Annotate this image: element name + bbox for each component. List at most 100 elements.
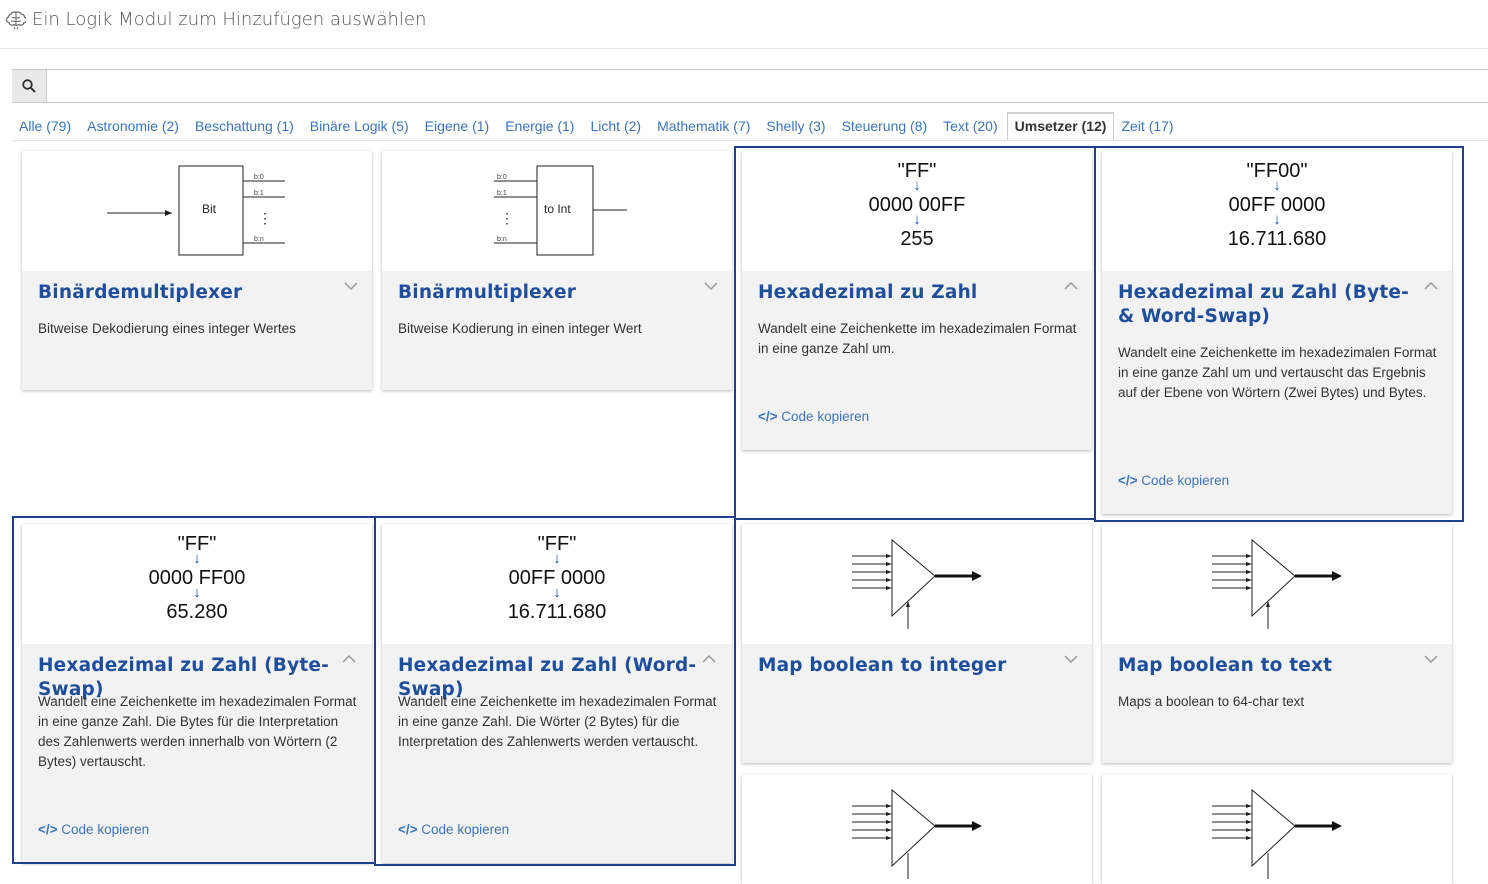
diagram-output-label: b:0 xyxy=(254,174,264,181)
chevron-down-icon[interactable] xyxy=(704,281,718,291)
tab-energie[interactable]: Energie (1) xyxy=(498,112,583,140)
diagram-output-label: b:1 xyxy=(254,190,264,197)
module-card-binaermultiplexer[interactable]: b:0 b:1 ⋮ b:n to Int Binärmultiplexer Bi… xyxy=(382,151,732,390)
module-card-hexadezimal-zu-zahl[interactable]: "FF" ↓ 0000 00FF ↓ 255 Hexadezimal zu Za… xyxy=(742,151,1092,450)
diagram-input-label: b:n xyxy=(497,236,507,243)
tab-shelly[interactable]: Shelly (3) xyxy=(759,112,834,140)
tab-zeit[interactable]: Zeit (17) xyxy=(1114,112,1182,140)
module-card-map-boolean-to-text[interactable]: Map boolean to text Maps a boolean to 64… xyxy=(1102,524,1452,763)
module-card-partial[interactable] xyxy=(1102,774,1452,884)
copy-code-link[interactable]: </> Code kopieren xyxy=(758,409,869,424)
hex-result: 65.280 xyxy=(166,601,228,623)
diagram-ellipsis: ⋮ xyxy=(258,210,272,226)
tab-steuerung[interactable]: Steuerung (8) xyxy=(835,112,937,140)
search-input[interactable] xyxy=(48,70,1482,102)
module-title: Binärdemultiplexer xyxy=(38,282,243,303)
module-card-hexadezimal-byte-swap[interactable]: "FF" ↓ 0000 FF00 ↓ 65.280 Hexadezimal zu… xyxy=(22,524,372,863)
copy-code-link[interactable]: </> Code kopieren xyxy=(38,822,149,837)
copy-code-link[interactable]: </> Code kopieren xyxy=(398,822,509,837)
arrow-down-icon: ↓ xyxy=(553,584,561,601)
tab-text[interactable]: Text (20) xyxy=(936,112,1006,140)
tab-mathematik[interactable]: Mathematik (7) xyxy=(650,112,759,140)
diagram-box-label: Bit xyxy=(202,202,217,216)
module-description: Bitweise Dekodierung eines integer Werte… xyxy=(38,321,296,336)
arrow-down-icon: ↓ xyxy=(193,584,201,601)
arrow-down-icon: ↓ xyxy=(913,177,921,194)
module-card-partial[interactable] xyxy=(742,774,1092,884)
module-description: Maps a boolean to 64-char text xyxy=(1118,694,1305,709)
chevron-up-icon[interactable] xyxy=(1064,281,1078,291)
module-illustration: "FF" ↓ 0000 FF00 ↓ 65.280 xyxy=(22,524,372,644)
arrow-down-icon: ↓ xyxy=(193,550,201,567)
module-title: Map boolean to integer xyxy=(758,655,1007,676)
module-illustration: "FF00" ↓ 00FF 0000 ↓ 16.711.680 xyxy=(1102,151,1452,271)
module-title: Map boolean to text xyxy=(1118,655,1333,676)
chevron-up-icon[interactable] xyxy=(702,654,716,664)
tab-beschattung[interactable]: Beschattung (1) xyxy=(188,112,303,140)
module-illustration xyxy=(742,524,1092,644)
search-bar xyxy=(12,69,1488,103)
module-illustration: Bit b:0 b:1 ⋮ b:n xyxy=(22,151,372,271)
module-description: Wandelt eine Zeichenkette im hexadezimal… xyxy=(1118,345,1437,400)
module-description: Bitweise Kodierung in einen integer Wert xyxy=(398,321,642,336)
diagram-box-label: to Int xyxy=(544,202,571,216)
copy-code-link[interactable]: </> Code kopieren xyxy=(1118,473,1229,488)
code-icon: </> xyxy=(1118,473,1138,488)
tab-alle[interactable]: Alle (79) xyxy=(12,112,80,140)
tab-licht[interactable]: Licht (2) xyxy=(583,112,650,140)
tab-astronomie[interactable]: Astronomie (2) xyxy=(80,112,188,140)
dialog-header: Ein Logik Modul zum Hinzufügen auswählen xyxy=(0,0,1488,49)
module-card-hexadezimal-word-swap[interactable]: "FF" ↓ 00FF 0000 ↓ 16.711.680 Hexadezima… xyxy=(382,524,732,863)
chevron-down-icon[interactable] xyxy=(344,281,358,291)
module-illustration: "FF" ↓ 00FF 0000 ↓ 16.711.680 xyxy=(382,524,732,644)
diagram-input-label: b:0 xyxy=(497,174,507,181)
hex-result: 16.711.680 xyxy=(507,601,607,623)
tabs-divider xyxy=(12,140,1488,141)
category-tabs: Alle (79) Astronomie (2) Beschattung (1)… xyxy=(12,112,1488,140)
copy-code-label: Code kopieren xyxy=(1141,473,1230,488)
arrow-down-icon: ↓ xyxy=(913,211,921,228)
hex-conversion-illustration: "FF" ↓ 0000 FF00 ↓ 65.280 xyxy=(22,534,372,623)
module-title: Hexadezimal zu Zahl xyxy=(758,282,978,303)
hex-result: 16.711.680 xyxy=(1227,228,1327,250)
module-description: Wandelt eine Zeichenkette im hexadezimal… xyxy=(758,321,1077,356)
module-card-hexadezimal-byte-word-swap[interactable]: "FF00" ↓ 00FF 0000 ↓ 16.711.680 Hexadezi… xyxy=(1102,151,1452,514)
module-illustration xyxy=(742,774,1092,884)
arrow-down-icon: ↓ xyxy=(1273,211,1281,228)
module-card-map-boolean-to-integer[interactable]: Map boolean to integer xyxy=(742,524,1092,763)
tab-umsetzer[interactable]: Umsetzer (12) xyxy=(1006,112,1115,140)
hex-result: 255 xyxy=(900,228,934,250)
module-description: Wandelt eine Zeichenkette im hexadezimal… xyxy=(38,694,357,769)
module-title: Binärmultiplexer xyxy=(398,282,577,303)
copy-code-label: Code kopieren xyxy=(61,822,150,837)
arrow-down-icon: ↓ xyxy=(553,550,561,567)
tab-eigene[interactable]: Eigene (1) xyxy=(418,112,499,140)
code-icon: </> xyxy=(38,822,58,837)
diagram-input-label: b:1 xyxy=(497,190,507,197)
module-title: Hexadezimal zu Zahl (Byte- & Word-Swap) xyxy=(1118,282,1410,327)
module-card-binaerdemultiplexer[interactable]: Bit b:0 b:1 ⋮ b:n Binärdemultiplexer Bit… xyxy=(22,151,372,390)
tab-binaere-logik[interactable]: Binäre Logik (5) xyxy=(303,112,418,140)
diagram-ellipsis: ⋮ xyxy=(500,210,514,226)
chevron-down-icon[interactable] xyxy=(1424,654,1438,664)
mapper-diagram xyxy=(852,538,982,629)
code-icon: </> xyxy=(758,409,778,424)
dialog-title: Ein Logik Modul zum Hinzufügen auswählen xyxy=(32,9,427,30)
search-button[interactable] xyxy=(12,70,47,102)
arrow-down-icon: ↓ xyxy=(1273,177,1281,194)
diagram-output-label: b:n xyxy=(254,236,264,243)
multiplexer-diagram: b:0 b:1 ⋮ b:n to Int xyxy=(494,165,627,256)
mapper-diagram xyxy=(1212,788,1342,879)
code-icon: </> xyxy=(398,822,418,837)
mapper-diagram xyxy=(1212,538,1342,629)
module-illustration xyxy=(1102,774,1452,884)
chevron-up-icon[interactable] xyxy=(342,654,356,664)
hex-conversion-illustration: "FF00" ↓ 00FF 0000 ↓ 16.711.680 xyxy=(1102,161,1452,250)
brain-icon xyxy=(6,11,26,29)
copy-code-label: Code kopieren xyxy=(421,822,510,837)
mapper-diagram xyxy=(852,788,982,879)
chevron-up-icon[interactable] xyxy=(1424,281,1438,291)
copy-code-label: Code kopieren xyxy=(781,409,870,424)
chevron-down-icon[interactable] xyxy=(1064,654,1078,664)
search-icon xyxy=(22,79,36,93)
